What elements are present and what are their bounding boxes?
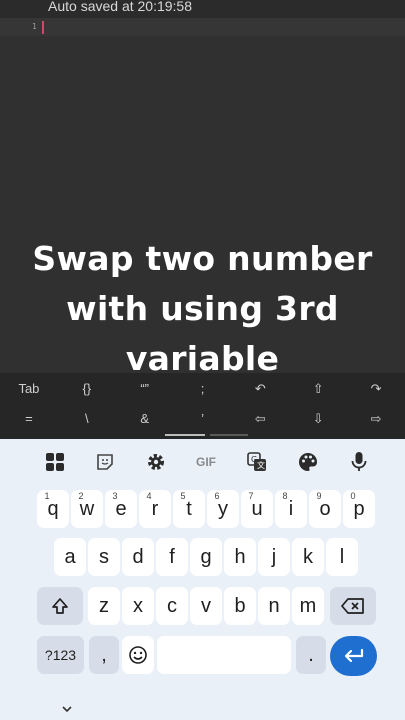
keyboard-row-1: 1q 2w 3e 4r 5t 6y 7u 8i 9o 0p xyxy=(0,490,405,530)
redo-icon[interactable]: ↷ xyxy=(347,376,405,406)
key-l[interactable]: l xyxy=(326,538,358,576)
key-hint: 6 xyxy=(214,491,220,501)
apps-grid-icon[interactable] xyxy=(40,447,70,477)
extra-key-tab[interactable]: Tab xyxy=(0,376,58,406)
microphone-icon[interactable] xyxy=(344,447,374,477)
current-line-highlight xyxy=(0,18,405,36)
arrow-down-icon[interactable]: ⇩ xyxy=(289,406,347,436)
key-hint: 8 xyxy=(282,491,288,501)
symbols-key[interactable]: ?123 xyxy=(37,636,84,674)
svg-text:文: 文 xyxy=(257,460,265,470)
extra-keys-page-indicator xyxy=(210,434,248,436)
video-caption: Swap two number with using 3rd variable xyxy=(0,234,405,384)
palette-icon[interactable] xyxy=(293,447,323,477)
backspace-icon xyxy=(341,598,364,614)
extra-keys-row-1: Tab {} “” ; ↶ ⇧ ↷ xyxy=(0,376,405,406)
key-h[interactable]: h xyxy=(224,538,256,576)
extra-keys-page-indicator-active xyxy=(165,434,205,436)
extra-keys-bar: Tab {} “” ; ↶ ⇧ ↷ = \ & ’ ⇦ ⇩ ⇨ xyxy=(0,373,405,439)
backspace-key[interactable] xyxy=(330,587,376,625)
comma-key[interactable]: , xyxy=(89,636,119,674)
undo-icon[interactable]: ↶ xyxy=(231,376,289,406)
key-hint: 3 xyxy=(112,491,118,501)
key-m[interactable]: m xyxy=(292,587,324,625)
space-bar[interactable] xyxy=(157,636,291,674)
key-j[interactable]: j xyxy=(258,538,290,576)
key-k[interactable]: k xyxy=(292,538,324,576)
key-g[interactable]: g xyxy=(190,538,222,576)
shift-icon xyxy=(52,598,68,614)
extra-key-braces[interactable]: {} xyxy=(58,376,116,406)
arrow-left-icon[interactable]: ⇦ xyxy=(231,406,289,436)
extra-key-quotes[interactable]: “” xyxy=(116,376,174,406)
key-s[interactable]: s xyxy=(88,538,120,576)
key-c[interactable]: c xyxy=(156,587,188,625)
keyboard-row-4: ?123 , . xyxy=(0,636,405,676)
extra-key-equals[interactable]: = xyxy=(0,406,58,436)
sticker-icon[interactable] xyxy=(90,447,120,477)
extra-key-semicolon[interactable]: ; xyxy=(174,376,232,406)
enter-key[interactable] xyxy=(330,636,377,676)
settings-gear-icon[interactable] xyxy=(141,447,171,477)
key-hint: 1 xyxy=(44,491,50,501)
screen: Auto saved at 20:19:58 1 Swap two number… xyxy=(0,0,405,720)
extra-key-ampersand[interactable]: & xyxy=(116,406,174,436)
key-f[interactable]: f xyxy=(156,538,188,576)
extra-key-apostrophe[interactable]: ’ xyxy=(174,406,232,436)
key-hint: 9 xyxy=(316,491,322,501)
soft-keyboard: GIF G文 1q 2w 3e 4r 5t 6y 7u 8i 9o 0p a s… xyxy=(0,439,405,720)
shift-up-icon[interactable]: ⇧ xyxy=(289,376,347,406)
key-a[interactable]: a xyxy=(54,538,86,576)
key-n[interactable]: n xyxy=(258,587,290,625)
arrow-right-icon[interactable]: ⇨ xyxy=(347,406,405,436)
key-hint: 2 xyxy=(78,491,84,501)
key-hint: 4 xyxy=(146,491,152,501)
key-v[interactable]: v xyxy=(190,587,222,625)
extra-key-backslash[interactable]: \ xyxy=(58,406,116,436)
caption-line-1: Swap two number xyxy=(32,239,373,278)
keyboard-row-3: z x c v b n m xyxy=(0,587,405,627)
text-cursor xyxy=(42,21,44,34)
translate-icon[interactable]: G文 xyxy=(242,447,272,477)
emoji-key[interactable] xyxy=(122,636,154,674)
key-hint: 0 xyxy=(350,491,356,501)
caption-line-2: with using 3rd xyxy=(66,289,339,328)
key-p[interactable]: 0p xyxy=(343,490,375,528)
key-x[interactable]: x xyxy=(122,587,154,625)
emoji-icon xyxy=(129,646,147,664)
enter-icon xyxy=(344,648,363,663)
key-b[interactable]: b xyxy=(224,587,256,625)
top-bar: Auto saved at 20:19:58 xyxy=(0,0,405,18)
chevron-down-icon[interactable] xyxy=(60,702,74,716)
extra-keys-row-2: = \ & ’ ⇦ ⇩ ⇨ xyxy=(0,406,405,436)
gif-icon[interactable]: GIF xyxy=(191,447,221,477)
keyboard-row-2: a s d f g h j k l xyxy=(0,538,405,578)
key-hint: 5 xyxy=(180,491,186,501)
line-number: 1 xyxy=(32,22,37,31)
keyboard-toolbar: GIF G文 xyxy=(0,447,405,477)
autosave-status: Auto saved at 20:19:58 xyxy=(48,0,192,14)
shift-key[interactable] xyxy=(37,587,83,625)
period-key[interactable]: . xyxy=(296,636,326,674)
key-z[interactable]: z xyxy=(88,587,120,625)
key-hint: 7 xyxy=(248,491,254,501)
key-d[interactable]: d xyxy=(122,538,154,576)
